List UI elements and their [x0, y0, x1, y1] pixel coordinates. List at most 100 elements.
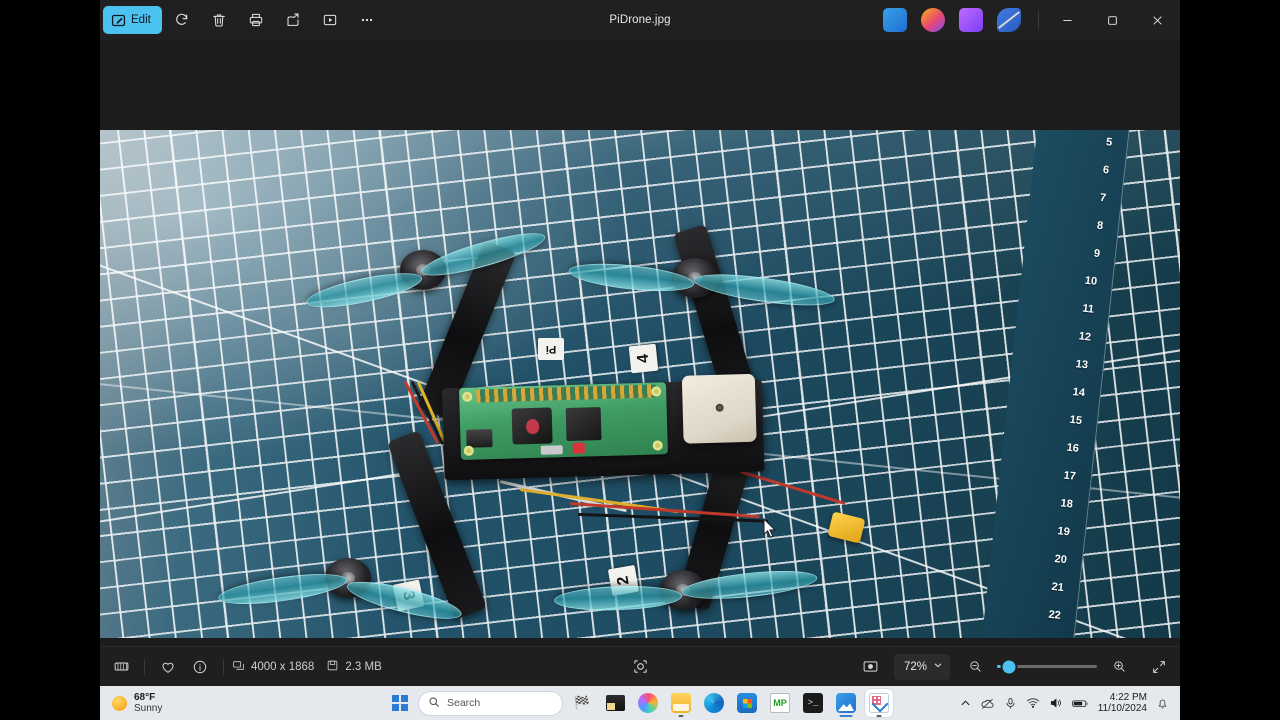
microphone-icon[interactable]	[1004, 697, 1017, 710]
windows-logo-icon	[392, 695, 408, 711]
clipchamp-app-icon[interactable]	[959, 8, 983, 32]
race-flags-icon[interactable]: 🏁	[568, 689, 596, 717]
maximize-button[interactable]	[1090, 0, 1135, 40]
raspberry-pi-board	[459, 382, 668, 460]
start-button[interactable]	[387, 690, 413, 716]
slideshow-icon[interactable]	[314, 5, 347, 35]
share-icon[interactable]	[277, 5, 310, 35]
raspberry-pi-soc-chip	[511, 407, 553, 445]
system-tray: 4:22 PM 11/10/2024	[960, 692, 1180, 715]
rotate-icon[interactable]	[166, 5, 199, 35]
tbapp-mediapipe[interactable]: MP	[766, 689, 794, 717]
gps-antenna-module	[681, 373, 757, 444]
terminal-icon: >_	[803, 693, 823, 713]
wifi-icon[interactable]	[1026, 696, 1040, 710]
ruler-tick: 11	[1081, 302, 1095, 316]
volume-icon[interactable]	[1049, 696, 1063, 710]
windows-taskbar: 68°F Sunny Search 🏁 MP >_ 4:22 PM 11/10/…	[100, 686, 1180, 720]
photos-app-icon[interactable]	[883, 8, 907, 32]
mounting-hole	[462, 391, 473, 402]
onedrive-paused-icon[interactable]	[980, 696, 995, 711]
toolbar-left-group: Edit	[100, 5, 384, 35]
taskbar-clock[interactable]: 4:22 PM 11/10/2024	[1098, 692, 1147, 715]
ruler-tick: 8	[1096, 219, 1104, 233]
ruler-tick: 21	[1050, 580, 1065, 595]
tbapp-task-view[interactable]	[601, 689, 629, 717]
close-button[interactable]	[1135, 0, 1180, 40]
clock-date: 11/10/2024	[1097, 703, 1147, 714]
ruler-tick: 18	[1059, 497, 1074, 511]
esc-label-pi: Pi	[538, 338, 564, 360]
ruler-tick: 19	[1056, 525, 1071, 539]
toolbar-divider	[1038, 11, 1039, 29]
photos-icon	[836, 693, 856, 713]
notifications-bell-icon[interactable]	[1156, 697, 1169, 710]
zoom-in-icon[interactable]	[1104, 653, 1134, 681]
weather-condition: Sunny	[134, 703, 163, 714]
ruler-tick: 5	[1105, 136, 1113, 149]
print-icon[interactable]	[240, 5, 273, 35]
sun-icon	[112, 695, 127, 711]
ruler-tick: 9	[1093, 247, 1101, 261]
battery-icon[interactable]	[1071, 697, 1089, 710]
title-bar-right-group	[876, 0, 1180, 40]
store-icon	[737, 693, 757, 713]
ruler-tick: 17	[1063, 469, 1077, 483]
ruler-tick: 7	[1099, 191, 1107, 205]
ruler-tick: 16	[1066, 441, 1080, 455]
actual-size-icon[interactable]	[856, 653, 886, 681]
weather-widget[interactable]: 68°F Sunny	[100, 692, 370, 714]
zoom-slider-track[interactable]	[997, 660, 1097, 673]
mediapipe-icon: MP	[770, 693, 790, 713]
checkered-flags-glyph: 🏁	[573, 695, 591, 710]
ruler-tick: 12	[1078, 330, 1092, 344]
tbapp-photos[interactable]	[832, 689, 860, 717]
tbapp-snipping-tool[interactable]	[865, 689, 893, 717]
ram-chip	[565, 407, 602, 442]
zoom-slider-thumb[interactable]	[1002, 660, 1016, 673]
ruler-tick: 6	[1102, 163, 1110, 177]
photo-canvas[interactable]: 5 6 7 8 9 10 11 12 13 14 15 16 17 18 19 …	[100, 40, 1180, 646]
tbapp-copilot[interactable]	[634, 689, 662, 717]
mounting-hole	[652, 440, 663, 451]
edit-button[interactable]: Edit	[103, 6, 162, 34]
delete-icon[interactable]	[203, 5, 236, 35]
zoom-out-icon[interactable]	[960, 653, 990, 681]
copilot-icon	[638, 693, 658, 713]
weather-temperature: 68°F	[134, 691, 156, 703]
title-bar: Edit PiDrone.jpg	[100, 0, 1180, 40]
mounting-hole	[463, 445, 474, 456]
search-placeholder: Search	[447, 697, 481, 709]
edit-button-label: Edit	[131, 14, 151, 26]
red-button	[572, 442, 585, 454]
ruler-tick: 22	[1047, 608, 1062, 622]
gpio-header	[476, 384, 657, 403]
copilot-app-icon[interactable]	[921, 8, 945, 32]
onedrive-paused-icon[interactable]	[997, 8, 1021, 32]
weather-text: 68°F Sunny	[134, 692, 162, 714]
running-indicator	[678, 714, 684, 717]
fullscreen-icon[interactable]	[1144, 653, 1174, 681]
more-icon[interactable]	[351, 5, 384, 35]
zoom-slider-group[interactable]	[960, 653, 1134, 681]
chevron-down-icon	[933, 660, 943, 673]
minimize-button[interactable]	[1045, 0, 1090, 40]
show-hidden-icons-chevron[interactable]	[960, 698, 971, 709]
tbapp-terminal[interactable]: >_	[799, 689, 827, 717]
search-input[interactable]: Search	[418, 690, 563, 716]
status-bar-right-group: 72%	[856, 653, 1180, 681]
fit-to-window-icon[interactable]	[625, 653, 655, 681]
clock-time: 4:22 PM	[1109, 691, 1147, 703]
ruler-tick: 15	[1069, 413, 1083, 428]
active-indicator	[839, 714, 853, 717]
tbapp-edge[interactable]	[700, 689, 728, 717]
status-bar: 4000 x 1868 2.3 MB 72%	[100, 646, 1180, 686]
folder-icon	[671, 693, 691, 713]
tbapp-file-explorer[interactable]	[667, 689, 695, 717]
zoom-level-dropdown[interactable]: 72%	[893, 653, 950, 680]
running-indicator	[876, 714, 882, 717]
tbapp-microsoft-store[interactable]	[733, 689, 761, 717]
ruler-tick: 20	[1053, 553, 1068, 567]
photo-image: 5 6 7 8 9 10 11 12 13 14 15 16 17 18 19 …	[100, 130, 1180, 638]
zoom-level-value: 72%	[903, 660, 927, 673]
